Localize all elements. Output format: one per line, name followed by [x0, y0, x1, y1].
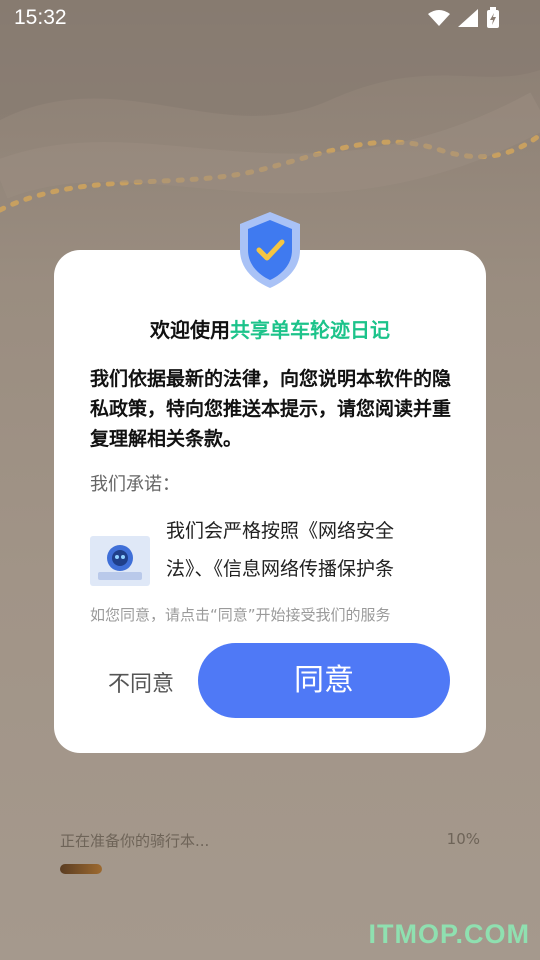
promise-label: 我们承诺：: [90, 474, 180, 495]
dialog-body-text: 我们依据最新的法律，向您说明本软件的隐私政策，特向您推送本提示，请您阅读并重复理…: [90, 368, 452, 450]
loading-progress: 正在准备你的骑行本... 10%: [60, 830, 480, 874]
wifi-icon: [428, 10, 450, 26]
status-bar: 15:32: [0, 0, 540, 36]
disagree-button[interactable]: 不同意: [108, 666, 174, 698]
loading-percent: 10%: [446, 830, 480, 848]
watermark: ITMOP.COM: [368, 919, 530, 949]
battery-charging-icon: [487, 7, 499, 28]
cellular-signal-icon: [458, 9, 478, 27]
progress-track: [60, 864, 480, 874]
progress-fill: [60, 864, 102, 874]
agree-button[interactable]: 同意: [198, 643, 450, 718]
promise-text: 我们会严格按照《网络安全法》、《信息网络传播保护条: [166, 520, 395, 580]
app-name: 共享单车轮迹日记: [230, 318, 390, 342]
status-time: 15:32: [14, 6, 67, 29]
consent-hint: 如您同意，请点击“同意”开始接受我们的服务: [90, 606, 391, 624]
loading-label: 正在准备你的骑行本...: [60, 832, 210, 850]
status-icons: [428, 7, 500, 29]
robot-illustration-icon: [90, 536, 150, 586]
shield-check-icon: [240, 212, 300, 288]
privacy-dialog: 欢迎使用共享单车轮迹日记 我们依据最新的法律，向您说明本软件的隐私政策，特向您推…: [54, 250, 486, 753]
dialog-title: 欢迎使用共享单车轮迹日记: [54, 314, 486, 343]
dialog-title-prefix: 欢迎使用: [150, 318, 230, 342]
